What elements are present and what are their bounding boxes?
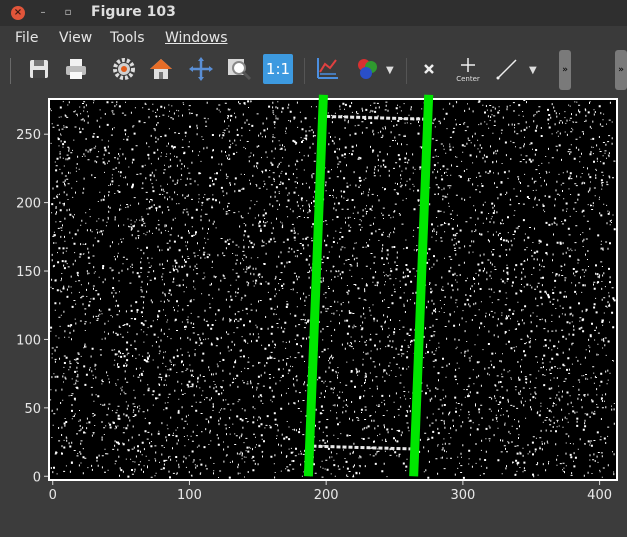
title-bar: × – ▫ Figure 103: [0, 0, 627, 26]
y-tick-label: 100: [16, 333, 41, 348]
close-icon[interactable]: ×: [11, 6, 25, 20]
y-tick-label: 150: [16, 265, 41, 280]
print-icon[interactable]: [61, 54, 91, 84]
y-tick-label: 250: [16, 128, 41, 143]
delete-icon[interactable]: [414, 54, 444, 84]
toolbar-overflow-button-right[interactable]: »: [615, 50, 627, 90]
home-icon[interactable]: [146, 54, 176, 84]
center-icon[interactable]: Center: [453, 54, 483, 84]
zoom-icon[interactable]: [224, 54, 254, 84]
toolbar-overflow-button[interactable]: »: [559, 50, 571, 90]
menu-windows[interactable]: Windows: [165, 30, 228, 46]
pan-icon[interactable]: [186, 54, 216, 84]
window-title: Figure 103: [91, 4, 176, 20]
toolbar-grip: [10, 58, 11, 84]
one-to-one-button[interactable]: 1:1: [263, 54, 293, 84]
minimize-icon[interactable]: –: [36, 6, 50, 20]
y-tick-label: 0: [33, 470, 41, 485]
x-tick-label: 100: [177, 488, 202, 503]
toolbar-separator: [406, 58, 407, 84]
x-tick-label: 400: [587, 488, 612, 503]
menu-file[interactable]: File: [15, 30, 38, 46]
menu-view[interactable]: View: [59, 30, 92, 46]
y-tick-label: 200: [16, 197, 41, 212]
center-label: Center: [456, 75, 480, 83]
image-background: [50, 100, 616, 479]
y-axis: 0 50 100 150 200 250: [16, 128, 48, 485]
menu-tools[interactable]: Tools: [110, 30, 145, 46]
menu-bar: File View Tools Windows: [0, 26, 627, 50]
line-tool-icon[interactable]: [492, 54, 522, 84]
x-tick-label: 0: [49, 488, 57, 503]
toolbar: 1:1 ▼ Center ▼ » »: [0, 50, 627, 93]
chevron-down-icon[interactable]: ▼: [386, 65, 394, 76]
y-tick-label: 50: [24, 402, 41, 417]
x-axis: 0 100 200 300 400: [49, 481, 612, 503]
figure-canvas[interactable]: 0 100 200 300 400 0 50 100 150 200 250: [0, 92, 627, 537]
settings-icon[interactable]: [109, 54, 139, 84]
chevron-down-icon[interactable]: ▼: [529, 65, 537, 76]
axes-edit-icon[interactable]: [312, 54, 342, 84]
colors-icon[interactable]: [352, 54, 382, 84]
toolbar-separator: [304, 58, 305, 84]
x-tick-label: 200: [314, 488, 339, 503]
x-tick-label: 300: [450, 488, 475, 503]
plot-area[interactable]: 0 100 200 300 400 0 50 100 150 200 250: [0, 92, 627, 537]
save-icon[interactable]: [24, 54, 54, 84]
maximize-icon[interactable]: ▫: [61, 6, 75, 20]
